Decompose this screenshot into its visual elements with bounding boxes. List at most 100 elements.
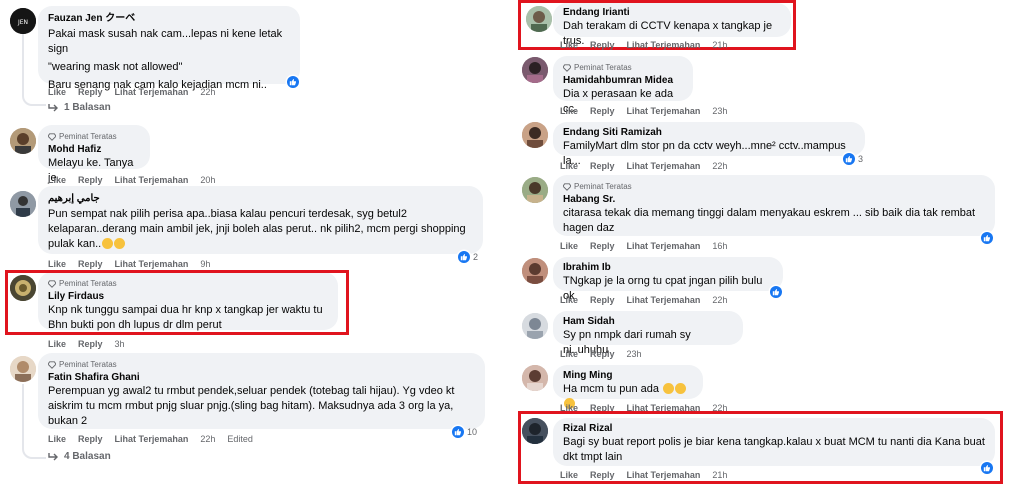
- comment-bubble: Peminat Teratas Mohd Hafiz Melayu ke. Ta…: [38, 125, 150, 184]
- comment-timestamp[interactable]: 23h: [627, 349, 642, 359]
- comment-text: aiskrim tu mcm rmbut pnjg sluar pnjg.(sl…: [48, 400, 454, 412]
- avatar-image: [522, 57, 548, 83]
- like-button[interactable]: Like: [560, 40, 578, 50]
- avatar-image: JEN: [10, 8, 36, 34]
- like-button[interactable]: Like: [560, 349, 578, 359]
- avatar[interactable]: [522, 258, 548, 284]
- commenter-name[interactable]: Mohd Hafiz: [48, 143, 140, 156]
- avatar[interactable]: [522, 365, 548, 391]
- comment-bubble: Ham Sidah Sy pn nmpk dari rumah sy ni..u…: [553, 311, 743, 356]
- reply-button[interactable]: Reply: [78, 259, 103, 269]
- comment-text: "wearing mask not allowed": [48, 61, 183, 73]
- translate-link[interactable]: Lihat Terjemahan: [627, 161, 701, 171]
- highlight-box: [5, 270, 349, 335]
- reply-button[interactable]: Reply: [590, 161, 615, 171]
- avatar-image: [10, 128, 36, 154]
- reply-button[interactable]: Reply: [590, 241, 615, 251]
- avatar[interactable]: [10, 356, 36, 382]
- translate-link[interactable]: Lihat Terjemahan: [627, 470, 701, 480]
- reply-arrow-icon: [48, 104, 58, 112]
- reply-button[interactable]: Reply: [78, 87, 103, 97]
- reaction-summary[interactable]: [287, 76, 299, 88]
- like-button[interactable]: Like: [48, 339, 66, 349]
- translate-link[interactable]: Lihat Terjemahan: [115, 434, 189, 444]
- like-button[interactable]: Like: [560, 470, 578, 480]
- reply-button[interactable]: Reply: [590, 40, 615, 50]
- like-button[interactable]: Like: [48, 434, 66, 444]
- avatar[interactable]: [10, 128, 36, 154]
- commenter-name[interactable]: Fauzan Jen クーベ: [48, 12, 290, 25]
- comment-actions: Like Reply 23h: [560, 349, 642, 359]
- like-button[interactable]: Like: [560, 295, 578, 305]
- comment-bubble: جامي إبرهيم Pun sempat nak pilih perisa …: [38, 186, 483, 254]
- edited-label: Edited: [227, 434, 253, 444]
- translate-link[interactable]: Lihat Terjemahan: [115, 87, 189, 97]
- avatar-image: [522, 122, 548, 148]
- like-button[interactable]: Like: [560, 241, 578, 251]
- diamond-icon: [48, 360, 56, 369]
- avatar-image: [522, 177, 548, 203]
- like-button[interactable]: Like: [48, 175, 66, 185]
- like-button[interactable]: Like: [48, 87, 66, 97]
- comment-actions: Like Reply Lihat Terjemahan 16h: [560, 241, 727, 251]
- thread-connector: [22, 384, 46, 459]
- like-button[interactable]: Like: [560, 161, 578, 171]
- commenter-name[interactable]: Ming Ming: [563, 369, 693, 382]
- avatar[interactable]: [522, 122, 548, 148]
- top-fan-badge: Peminat Teratas: [563, 181, 985, 192]
- commenter-name[interactable]: جامي إبرهيم: [48, 192, 473, 205]
- like-reaction-icon: [458, 251, 470, 263]
- view-replies-link[interactable]: 1 Balasan: [48, 102, 111, 113]
- comment-timestamp[interactable]: 9h: [200, 259, 210, 269]
- comment-actions: Like Reply 3h: [48, 339, 125, 349]
- translate-link[interactable]: Lihat Terjemahan: [627, 106, 701, 116]
- commenter-name[interactable]: Ham Sidah: [563, 315, 733, 328]
- comment-timestamp[interactable]: 16h: [712, 241, 727, 251]
- commenter-name[interactable]: Habang Sr.: [563, 193, 985, 206]
- reply-button[interactable]: Reply: [78, 175, 103, 185]
- like-button[interactable]: Like: [560, 106, 578, 116]
- reply-button[interactable]: Reply: [590, 106, 615, 116]
- comment-timestamp[interactable]: 22h: [712, 161, 727, 171]
- comment-text: kelaparan..derang main ambil jek, jnji b…: [48, 223, 466, 235]
- comment-timestamp[interactable]: 22h: [712, 295, 727, 305]
- commenter-name[interactable]: Fatin Shafira Ghani: [48, 371, 475, 384]
- reply-button[interactable]: Reply: [590, 470, 615, 480]
- reply-button[interactable]: Reply: [78, 339, 103, 349]
- reaction-summary[interactable]: 3: [843, 153, 863, 165]
- comment-text: Pakai mask susah nak cam...lepas ni kene…: [48, 28, 283, 55]
- comment-actions: Like Reply Lihat Terjemahan 21h: [560, 40, 727, 50]
- reply-button[interactable]: Reply: [78, 434, 103, 444]
- translate-link[interactable]: Lihat Terjemahan: [627, 241, 701, 251]
- view-replies-link[interactable]: 4 Balasan: [48, 451, 111, 462]
- comment-timestamp[interactable]: 3h: [115, 339, 125, 349]
- reply-button[interactable]: Reply: [590, 295, 615, 305]
- avatar[interactable]: JEN: [10, 8, 36, 34]
- comment-timestamp[interactable]: 20h: [200, 175, 215, 185]
- reply-button[interactable]: Reply: [590, 349, 615, 359]
- reaction-summary[interactable]: [981, 232, 993, 244]
- like-button[interactable]: Like: [48, 259, 66, 269]
- avatar[interactable]: [522, 57, 548, 83]
- top-fan-badge: Peminat Teratas: [48, 131, 140, 142]
- reaction-summary[interactable]: [770, 286, 782, 298]
- translate-link[interactable]: Lihat Terjemahan: [627, 295, 701, 305]
- translate-link[interactable]: Lihat Terjemahan: [115, 259, 189, 269]
- translate-link[interactable]: Lihat Terjemahan: [115, 175, 189, 185]
- comment-timestamp[interactable]: 23h: [712, 106, 727, 116]
- commenter-name[interactable]: Endang Siti Ramizah: [563, 126, 855, 139]
- translate-link[interactable]: Lihat Terjemahan: [627, 40, 701, 50]
- avatar[interactable]: [522, 313, 548, 339]
- avatar[interactable]: [10, 191, 36, 217]
- commenter-name[interactable]: Ibrahim Ib: [563, 261, 773, 274]
- top-fan-badge: Peminat Teratas: [563, 62, 683, 73]
- comment-timestamp[interactable]: 21h: [712, 470, 727, 480]
- comment-timestamp[interactable]: 22h: [200, 434, 215, 444]
- comment-timestamp[interactable]: 22h: [200, 87, 215, 97]
- avatar[interactable]: [522, 177, 548, 203]
- replies-count: 4 Balasan: [64, 451, 111, 462]
- reaction-summary[interactable]: 2: [458, 251, 478, 263]
- reaction-summary[interactable]: 10: [452, 426, 477, 438]
- commenter-name[interactable]: Hamidahbumran Midea: [563, 74, 683, 87]
- comment-timestamp[interactable]: 21h: [712, 40, 727, 50]
